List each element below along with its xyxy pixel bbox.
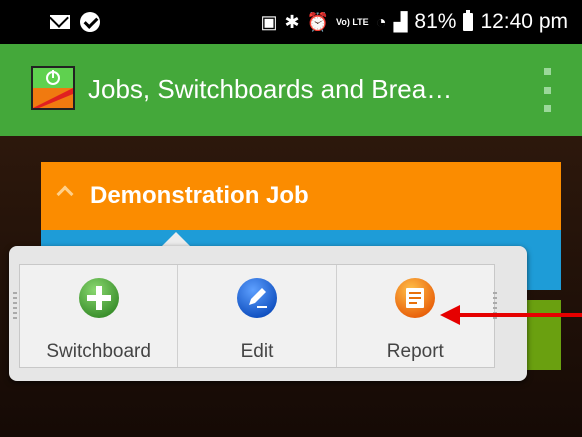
volte-icon: Vo) LTE bbox=[336, 16, 369, 27]
bluetooth-icon: ✱ bbox=[284, 12, 300, 32]
status-left-icons bbox=[50, 0, 100, 44]
battery-icon bbox=[463, 10, 474, 31]
app-logo-icon[interactable] bbox=[31, 66, 75, 110]
add-circle-icon bbox=[78, 278, 119, 318]
chevron-up-icon[interactable] bbox=[56, 185, 74, 203]
wifi-icon: ◔ bbox=[375, 12, 387, 32]
edit-label: Edit bbox=[240, 341, 274, 362]
mail-icon bbox=[50, 15, 70, 29]
lock-icon: ▣ bbox=[260, 12, 278, 32]
popup-action-bar: Switchboard Edit Report bbox=[19, 264, 495, 368]
grip-right bbox=[493, 292, 497, 322]
annotation-arrow-head bbox=[440, 305, 460, 325]
annotation-arrow-line bbox=[458, 313, 582, 317]
popup-pointer bbox=[162, 232, 190, 246]
clock: 12:40 pm bbox=[480, 10, 568, 33]
pen-icon bbox=[236, 278, 277, 318]
job-row[interactable]: Demonstration Job bbox=[41, 162, 561, 230]
overflow-menu-icon[interactable] bbox=[540, 68, 554, 112]
status-right-icons: ▣ ✱ ⏰ Vo) LTE ◔ ▟ 81% 12:40 pm bbox=[260, 0, 568, 44]
check-circle-icon bbox=[80, 12, 100, 32]
switchboard-label: Switchboard bbox=[46, 341, 151, 362]
app-title: Jobs, Switchboards and Brea… bbox=[88, 74, 453, 104]
job-title: Demonstration Job bbox=[90, 182, 309, 209]
edit-button[interactable]: Edit bbox=[178, 265, 337, 367]
grip-left bbox=[13, 292, 17, 322]
battery-percent: 81% bbox=[414, 10, 457, 33]
alarm-icon: ⏰ bbox=[306, 12, 330, 32]
status-bar: ▣ ✱ ⏰ Vo) LTE ◔ ▟ 81% 12:40 pm bbox=[0, 0, 582, 44]
app-bar: Jobs, Switchboards and Brea… bbox=[0, 44, 582, 136]
report-label: Report bbox=[386, 341, 444, 362]
signal-icon: ▟ bbox=[393, 12, 408, 32]
switchboard-button[interactable]: Switchboard bbox=[20, 265, 179, 367]
report-icon bbox=[395, 278, 436, 318]
